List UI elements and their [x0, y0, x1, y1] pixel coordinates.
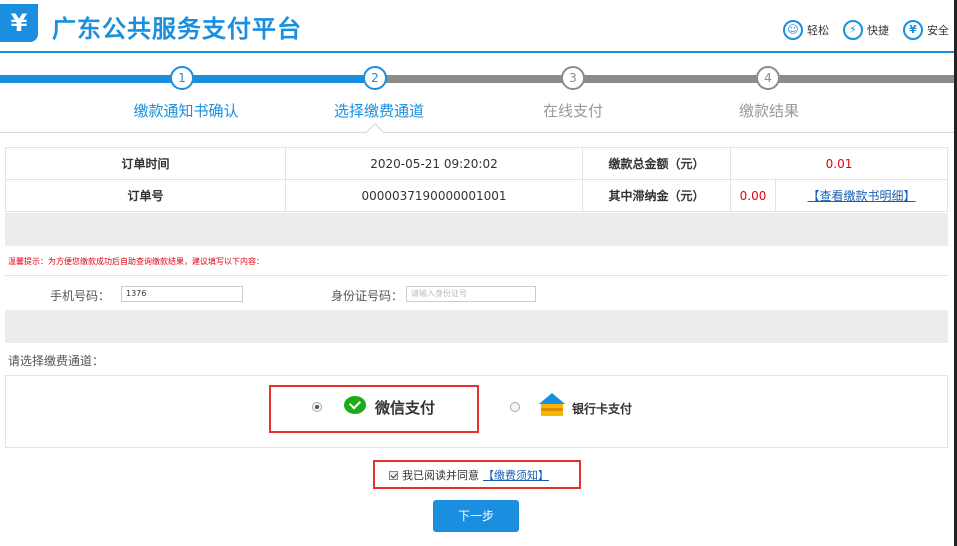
- shield-icon: ¥: [903, 20, 923, 40]
- phone-input[interactable]: 1376: [121, 286, 243, 302]
- phone-label: 手机号码：: [50, 289, 111, 303]
- header: ¥ 广东公共服务支付平台 ☺ 轻松 ⚡ 快捷 ¥ 安全: [0, 0, 957, 53]
- order-id-label: 订单号: [5, 179, 286, 212]
- late-fee-value: 0.00: [730, 179, 776, 212]
- stepper-track-pending: [375, 75, 957, 83]
- step-3-node: 3: [561, 66, 585, 90]
- reminder-tip: 温馨提示：为方便您缴款成功后自助查询缴款结果，建议填写以下内容：: [8, 257, 264, 266]
- order-time-value: 2020-05-21 09:20:02: [285, 147, 583, 180]
- step-2-label: 选择缴费通道: [333, 102, 424, 120]
- step-2-node: 2: [363, 66, 387, 90]
- agreement: 我已阅读并同意 【缴费须知】: [389, 467, 549, 483]
- smile-icon: ☺: [783, 20, 803, 40]
- wechat-pay-label[interactable]: 微信支付: [375, 397, 435, 418]
- table-row: 订单号 0000037190000001001 其中滞纳金（元） 0.00 【查…: [5, 179, 948, 212]
- id-number-label: 身份证号码：: [331, 289, 404, 303]
- badge-fast-label: 快捷: [867, 24, 889, 37]
- wechat-highlight: [269, 385, 479, 433]
- spacer-band-2: [5, 310, 948, 343]
- bankcard-pay-label[interactable]: 银行卡支付: [572, 400, 632, 417]
- step-3-label: 在线支付: [542, 102, 603, 120]
- step-1-node: 1: [170, 66, 194, 90]
- view-detail-link[interactable]: 【查看缴款书明细】: [807, 189, 915, 203]
- next-step-button[interactable]: 下一步: [433, 500, 519, 532]
- step-4-node: 4: [756, 66, 780, 90]
- feature-badges: ☺ 轻松 ⚡ 快捷 ¥ 安全: [783, 20, 949, 40]
- content-top-border: [0, 132, 957, 133]
- yuan-logo-icon: ¥: [0, 4, 38, 42]
- table-row: 订单时间 2020-05-21 09:20:02 缴款总金额（元） 0.01: [5, 147, 948, 180]
- lightning-icon: ⚡: [843, 20, 863, 40]
- detail-link-cell: 【查看缴款书明细】: [775, 179, 948, 212]
- badge-fast: ⚡ 快捷: [843, 20, 889, 40]
- bankcard-icon: [539, 393, 565, 416]
- channel-title: 请选择缴费通道：: [8, 354, 105, 368]
- agree-text: 我已阅读并同意: [402, 469, 479, 482]
- step-4-label: 缴款结果: [738, 102, 799, 120]
- progress-stepper: 1 2 3 4 缴款通知书确认 选择缴费通道 在线支付 缴款结果: [0, 62, 957, 132]
- late-fee-label: 其中滞纳金（元）: [582, 179, 731, 212]
- id-number-input[interactable]: 请输入身份证号: [406, 286, 536, 302]
- step-1-label: 缴款通知书确认: [133, 102, 239, 120]
- site-title: 广东公共服务支付平台: [52, 15, 302, 43]
- payment-notice-link[interactable]: 【缴费须知】: [483, 467, 549, 483]
- wechat-icon: [344, 396, 366, 414]
- total-amount-value: 0.01: [730, 147, 948, 180]
- header-divider: [0, 51, 957, 53]
- wechat-radio[interactable]: [312, 402, 322, 412]
- order-info-table: 订单时间 2020-05-21 09:20:02 缴款总金额（元） 0.01 订…: [5, 147, 948, 212]
- total-amount-label: 缴款总金额（元）: [582, 147, 731, 180]
- badge-secure-label: 安全: [927, 24, 949, 37]
- order-time-label: 订单时间: [5, 147, 286, 180]
- badge-easy-label: 轻松: [807, 24, 829, 37]
- row-divider: [5, 275, 948, 276]
- order-id-value: 0000037190000001001: [285, 179, 583, 212]
- badge-secure: ¥ 安全: [903, 20, 949, 40]
- spacer-band: [5, 213, 948, 246]
- agree-checkbox[interactable]: [389, 470, 398, 480]
- bankcard-radio[interactable]: [510, 402, 520, 412]
- id-number-placeholder: 请输入身份证号: [411, 289, 467, 298]
- phone-input-value: 1376: [126, 289, 147, 298]
- badge-easy: ☺ 轻松: [783, 20, 829, 40]
